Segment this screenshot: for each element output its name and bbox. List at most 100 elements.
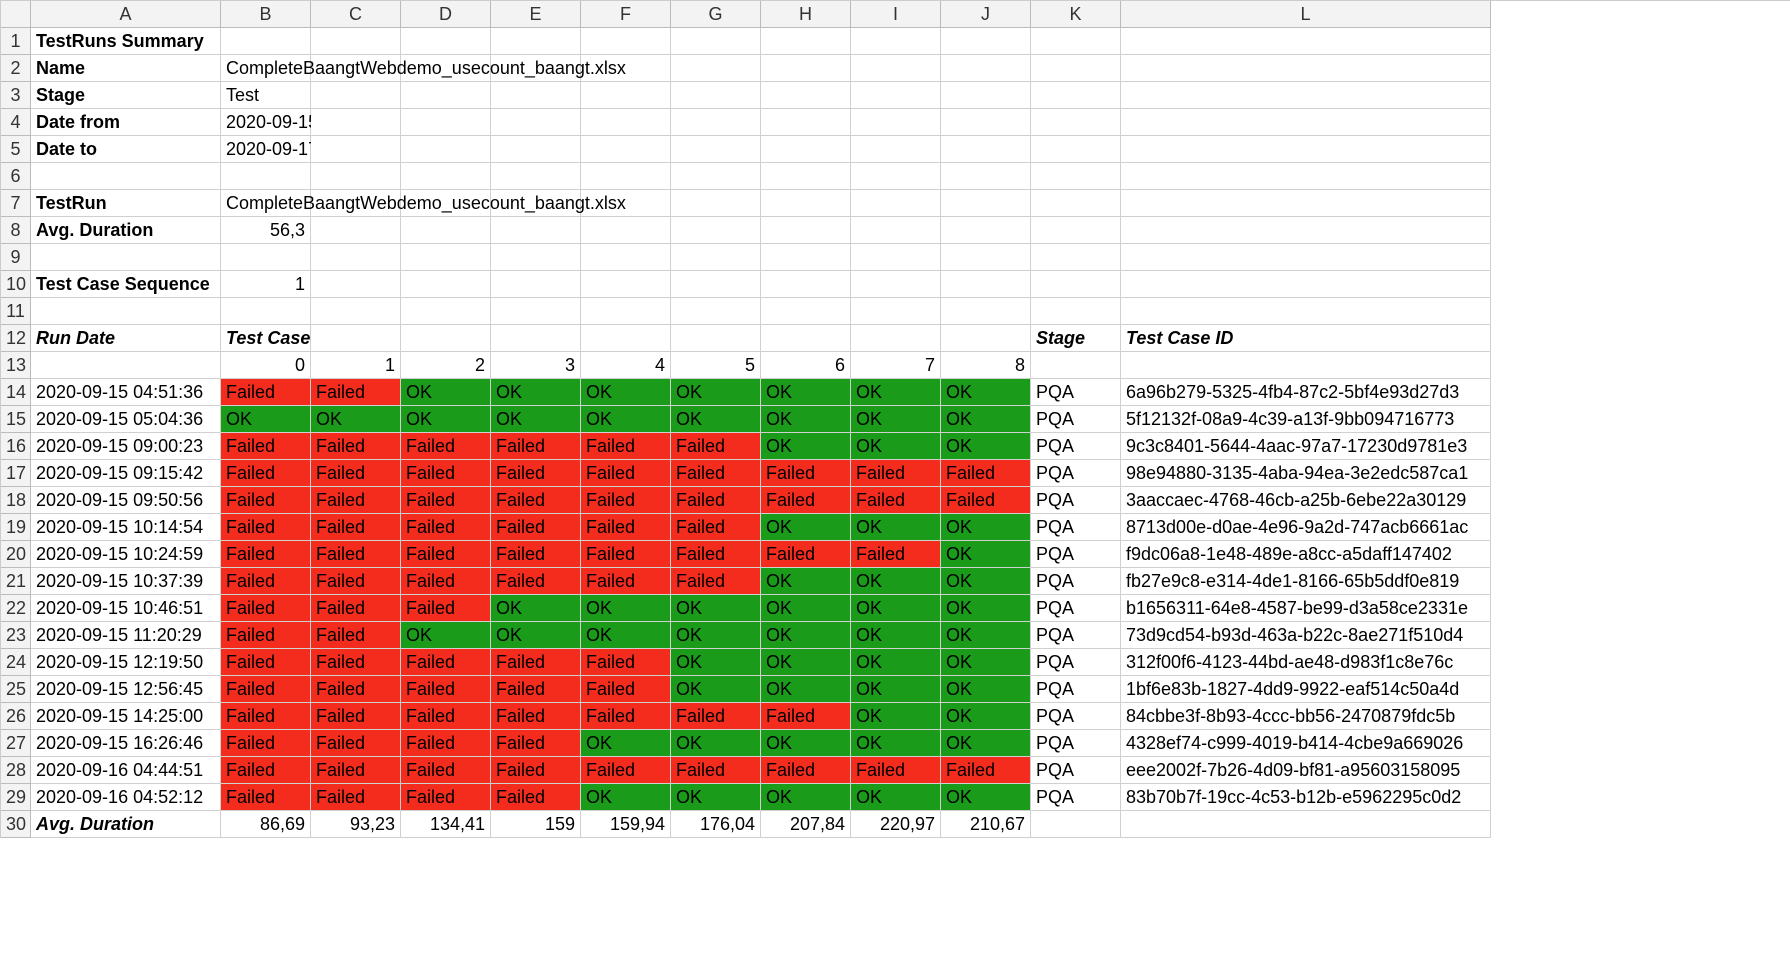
col-header-K[interactable]: K: [1031, 1, 1121, 28]
stage-cell[interactable]: PQA: [1031, 703, 1121, 730]
run-date[interactable]: 2020-09-15 10:46:51: [31, 595, 221, 622]
status-cell[interactable]: OK: [761, 730, 851, 757]
cell-r10-c7[interactable]: [761, 271, 851, 298]
cell-r5-c10[interactable]: [1031, 136, 1121, 163]
cell-r3-c9[interactable]: [941, 82, 1031, 109]
status-cell[interactable]: OK: [941, 703, 1031, 730]
cell-r9-c0[interactable]: [31, 244, 221, 271]
status-cell[interactable]: Failed: [491, 676, 581, 703]
avg-duration-col-3[interactable]: 159: [491, 811, 581, 838]
stage-cell[interactable]: PQA: [1031, 379, 1121, 406]
cell-r4-c7[interactable]: [761, 109, 851, 136]
cell-r2-c8[interactable]: [851, 55, 941, 82]
cell-r3-c6[interactable]: [671, 82, 761, 109]
status-cell[interactable]: OK: [851, 676, 941, 703]
status-cell[interactable]: Failed: [491, 703, 581, 730]
row-header-18[interactable]: 18: [1, 487, 31, 514]
status-cell[interactable]: Failed: [221, 649, 311, 676]
cell-r12-c8[interactable]: [851, 325, 941, 352]
status-cell[interactable]: Failed: [311, 487, 401, 514]
run-date[interactable]: 2020-09-15 05:04:36: [31, 406, 221, 433]
cell-r4-c5[interactable]: [581, 109, 671, 136]
status-cell[interactable]: OK: [401, 406, 491, 433]
cell-r8-c2[interactable]: [311, 217, 401, 244]
stage-cell[interactable]: PQA: [1031, 622, 1121, 649]
status-cell[interactable]: Failed: [401, 433, 491, 460]
testcase-index-6[interactable]: 6: [761, 352, 851, 379]
status-cell[interactable]: Failed: [851, 460, 941, 487]
cell-r9-c3[interactable]: [401, 244, 491, 271]
status-cell[interactable]: Failed: [221, 703, 311, 730]
status-cell[interactable]: OK: [761, 568, 851, 595]
testcase-index-0[interactable]: 0: [221, 352, 311, 379]
run-date[interactable]: 2020-09-16 04:44:51: [31, 757, 221, 784]
status-cell[interactable]: Failed: [401, 568, 491, 595]
test-case-id[interactable]: 1bf6e83b-1827-4dd9-9922-eaf514c50a4d: [1121, 676, 1491, 703]
status-cell[interactable]: Failed: [401, 595, 491, 622]
cell-r12-c4[interactable]: [491, 325, 581, 352]
status-cell[interactable]: Failed: [221, 784, 311, 811]
row-header-26[interactable]: 26: [1, 703, 31, 730]
avg-duration-col-6[interactable]: 207,84: [761, 811, 851, 838]
col-header-A[interactable]: A: [31, 1, 221, 28]
status-cell[interactable]: OK: [761, 406, 851, 433]
cell-r6-c9[interactable]: [941, 163, 1031, 190]
status-cell[interactable]: Failed: [401, 541, 491, 568]
status-cell[interactable]: OK: [761, 676, 851, 703]
cell-r6-c0[interactable]: [31, 163, 221, 190]
status-cell[interactable]: Failed: [221, 595, 311, 622]
testcase-index-5[interactable]: 5: [671, 352, 761, 379]
row-header-29[interactable]: 29: [1, 784, 31, 811]
row-header-25[interactable]: 25: [1, 676, 31, 703]
status-cell[interactable]: Failed: [581, 703, 671, 730]
status-cell[interactable]: OK: [851, 379, 941, 406]
cell-r9-c1[interactable]: [221, 244, 311, 271]
avg-duration-col-4[interactable]: 159,94: [581, 811, 671, 838]
label-date-to[interactable]: Date to: [31, 136, 221, 163]
cell-r13-c0[interactable]: [31, 352, 221, 379]
row-header-5[interactable]: 5: [1, 136, 31, 163]
cell-r6-c2[interactable]: [311, 163, 401, 190]
status-cell[interactable]: Failed: [401, 757, 491, 784]
cell-r9-c6[interactable]: [671, 244, 761, 271]
status-cell[interactable]: Failed: [311, 568, 401, 595]
cell-r30-c10[interactable]: [1031, 811, 1121, 838]
cell-r3-c10[interactable]: [1031, 82, 1121, 109]
cell-r3-c5[interactable]: [581, 82, 671, 109]
cell-r12-c5[interactable]: [581, 325, 671, 352]
status-cell[interactable]: OK: [941, 514, 1031, 541]
status-cell[interactable]: Failed: [401, 460, 491, 487]
cell-r2-c7[interactable]: [761, 55, 851, 82]
label-avg-duration-row[interactable]: Avg. Duration: [31, 811, 221, 838]
status-cell[interactable]: OK: [941, 784, 1031, 811]
value-name[interactable]: CompleteBaangtWebdemo_usecount_baangt.xl…: [221, 55, 311, 82]
row-header-15[interactable]: 15: [1, 406, 31, 433]
cell-r10-c6[interactable]: [671, 271, 761, 298]
status-cell[interactable]: OK: [671, 730, 761, 757]
cell-r11-c3[interactable]: [401, 298, 491, 325]
cell-r6-c10[interactable]: [1031, 163, 1121, 190]
cell-r4-c11[interactable]: [1121, 109, 1491, 136]
status-cell[interactable]: Failed: [671, 703, 761, 730]
status-cell[interactable]: Failed: [491, 514, 581, 541]
row-header-28[interactable]: 28: [1, 757, 31, 784]
cell-r7-c9[interactable]: [941, 190, 1031, 217]
test-case-id[interactable]: 83b70b7f-19cc-4c53-b12b-e5962295c0d2: [1121, 784, 1491, 811]
cell-r4-c2[interactable]: [311, 109, 401, 136]
cell-r10-c4[interactable]: [491, 271, 581, 298]
cell-r11-c6[interactable]: [671, 298, 761, 325]
row-header-21[interactable]: 21: [1, 568, 31, 595]
cell-r11-c1[interactable]: [221, 298, 311, 325]
status-cell[interactable]: Failed: [581, 433, 671, 460]
status-cell[interactable]: Failed: [311, 730, 401, 757]
run-date[interactable]: 2020-09-15 11:20:29: [31, 622, 221, 649]
run-date[interactable]: 2020-09-15 12:19:50: [31, 649, 221, 676]
row-header-16[interactable]: 16: [1, 433, 31, 460]
status-cell[interactable]: Failed: [311, 649, 401, 676]
cell-r5-c4[interactable]: [491, 136, 581, 163]
status-cell[interactable]: OK: [581, 784, 671, 811]
cell-r4-c8[interactable]: [851, 109, 941, 136]
cell-r6-c1[interactable]: [221, 163, 311, 190]
cell-r9-c8[interactable]: [851, 244, 941, 271]
status-cell[interactable]: OK: [941, 541, 1031, 568]
